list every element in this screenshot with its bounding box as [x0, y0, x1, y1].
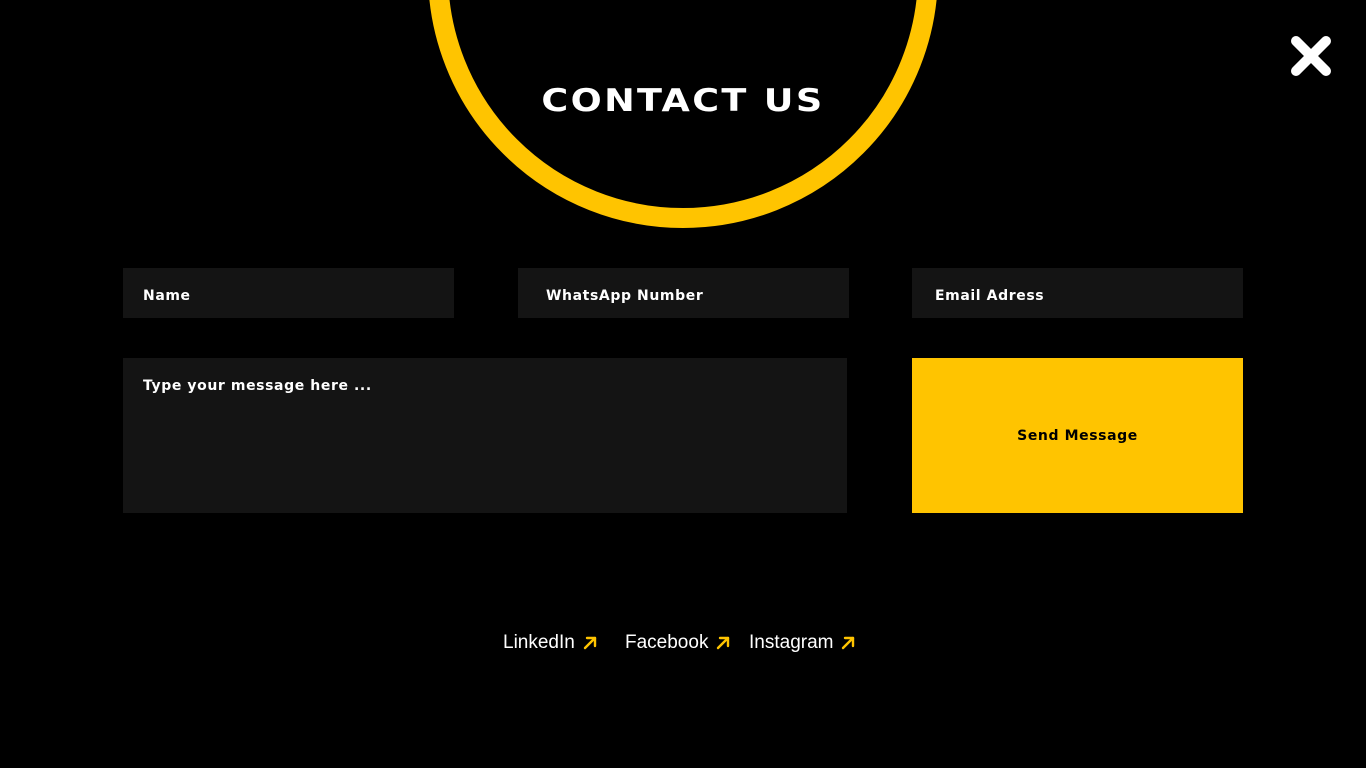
message-textarea[interactable]	[123, 358, 847, 513]
instagram-link[interactable]: Instagram	[749, 630, 855, 656]
whatsapp-number-field[interactable]	[518, 268, 849, 318]
instagram-link-label: Instagram	[749, 632, 834, 653]
close-button[interactable]	[1288, 33, 1334, 79]
arrow-up-right-icon	[717, 636, 730, 650]
contact-modal: CONTACT US Send Message LinkedIn Faceboo…	[0, 0, 1366, 768]
send-message-button[interactable]: Send Message	[912, 358, 1243, 513]
page-title: CONTACT US	[541, 83, 825, 119]
linkedin-link[interactable]: LinkedIn	[503, 630, 597, 656]
linkedin-link-label: LinkedIn	[503, 632, 575, 653]
arrow-up-right-icon	[842, 636, 855, 650]
close-icon	[1291, 36, 1331, 76]
facebook-link[interactable]: Facebook	[625, 630, 730, 656]
name-field[interactable]	[123, 268, 454, 318]
email-field[interactable]	[912, 268, 1243, 318]
arrow-up-right-icon	[583, 636, 597, 650]
facebook-link-label: Facebook	[625, 632, 709, 653]
